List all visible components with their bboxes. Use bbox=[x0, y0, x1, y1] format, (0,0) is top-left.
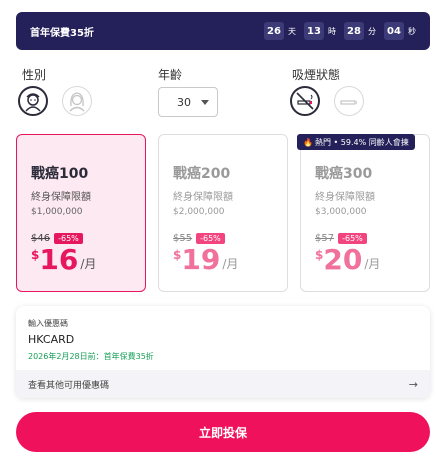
price-value: 20 bbox=[323, 243, 363, 276]
plan-amount: $3,000,000 bbox=[315, 207, 367, 217]
coupon-code-input[interactable]: HKCARD bbox=[28, 333, 418, 346]
plan-price: $ 20 /月 bbox=[315, 246, 429, 274]
price-currency: $ bbox=[31, 248, 40, 262]
plan-name: 戰癌300 bbox=[315, 166, 373, 182]
no-smoking-icon bbox=[296, 92, 314, 110]
coupon-panel: 輸入優惠碼 HKCARD 2026年2月28日前：首年保費35折 查看其他可用優… bbox=[16, 306, 430, 398]
countdown-days-unit: 天 bbox=[288, 26, 296, 36]
coupon-note: 2026年2月28日前：首年保費35折 bbox=[28, 352, 154, 361]
non-smoker-option[interactable] bbox=[290, 86, 320, 116]
cigarette-icon bbox=[340, 100, 357, 105]
plan-card-300[interactable]: 戰癌300 終身保障限額 $3,000,000 $57 -65% $ 20 /月 bbox=[300, 134, 430, 292]
price-period: /月 bbox=[222, 257, 239, 271]
apply-now-button[interactable]: 立即投保 bbox=[16, 412, 430, 452]
countdown-seconds: 04 bbox=[384, 22, 404, 40]
price-value: 16 bbox=[39, 243, 79, 276]
price-currency: $ bbox=[315, 248, 324, 262]
plan-card-100[interactable]: 戰癌100 終身保障限額 $1,000,000 $46 -65% $ 16 /月 bbox=[16, 134, 146, 292]
flame-icon: 🔥 bbox=[303, 137, 313, 147]
plan-card-200[interactable]: 戰癌200 終身保障限額 $2,000,000 $55 -65% $ 19 /月 bbox=[158, 134, 288, 292]
countdown-hours-unit: 時 bbox=[328, 26, 336, 36]
popular-badge-text: 熱門 • 59.4% 同齡人會揀 bbox=[314, 137, 409, 147]
price-period: /月 bbox=[80, 257, 97, 271]
plan-price: $ 16 /月 bbox=[31, 246, 145, 274]
gender-label: 性別 bbox=[22, 68, 47, 82]
price-period: /月 bbox=[364, 257, 381, 271]
age-value: 30 bbox=[177, 95, 191, 109]
countdown-days: 26 bbox=[264, 22, 284, 40]
age-select[interactable]: 30 bbox=[158, 87, 218, 117]
promo-banner: 首年保費35折 26 天 13 時 28 分 04 秒 bbox=[16, 12, 430, 50]
smoking-label: 吸煙狀態 bbox=[292, 68, 341, 82]
gender-female-option[interactable] bbox=[62, 86, 92, 116]
plan-subtitle: 終身保障限額 bbox=[173, 192, 233, 203]
plan-subtitle: 終身保障限額 bbox=[315, 192, 375, 203]
popular-badge: 🔥 熱門 • 59.4% 同齡人會揀 bbox=[297, 134, 415, 150]
plan-amount: $2,000,000 bbox=[173, 207, 225, 217]
price-value: 19 bbox=[181, 243, 221, 276]
countdown-timer: 26 天 13 時 28 分 04 秒 bbox=[264, 22, 416, 40]
plan-name: 戰癌100 bbox=[31, 166, 89, 182]
chevron-down-icon bbox=[201, 99, 209, 105]
promo-label: 首年保費35折 bbox=[30, 27, 94, 39]
plan-amount: $1,000,000 bbox=[31, 207, 83, 217]
smoker-option[interactable] bbox=[334, 86, 364, 116]
price-currency: $ bbox=[173, 248, 182, 262]
female-avatar-icon bbox=[69, 92, 85, 112]
countdown-seconds-unit: 秒 bbox=[408, 26, 416, 36]
plan-price: $ 19 /月 bbox=[173, 246, 287, 274]
more-coupons-label: 查看其他可用優惠碼 bbox=[28, 380, 110, 391]
coupon-label: 輸入優惠碼 bbox=[28, 319, 68, 328]
male-avatar-icon bbox=[25, 93, 41, 112]
plan-subtitle: 終身保障限額 bbox=[31, 192, 91, 203]
countdown-hours: 13 bbox=[304, 22, 324, 40]
plan-name: 戰癌200 bbox=[173, 166, 231, 182]
coupon-field[interactable]: 輸入優惠碼 HKCARD 2026年2月28日前：首年保費35折 bbox=[16, 306, 430, 362]
arrow-right-icon: → bbox=[408, 377, 418, 391]
gender-male-option[interactable] bbox=[18, 86, 48, 116]
countdown-minutes: 28 bbox=[344, 22, 364, 40]
countdown-minutes-unit: 分 bbox=[368, 26, 376, 36]
age-label: 年齡 bbox=[158, 68, 183, 82]
more-coupons-link[interactable]: 查看其他可用優惠碼 → bbox=[16, 370, 430, 398]
